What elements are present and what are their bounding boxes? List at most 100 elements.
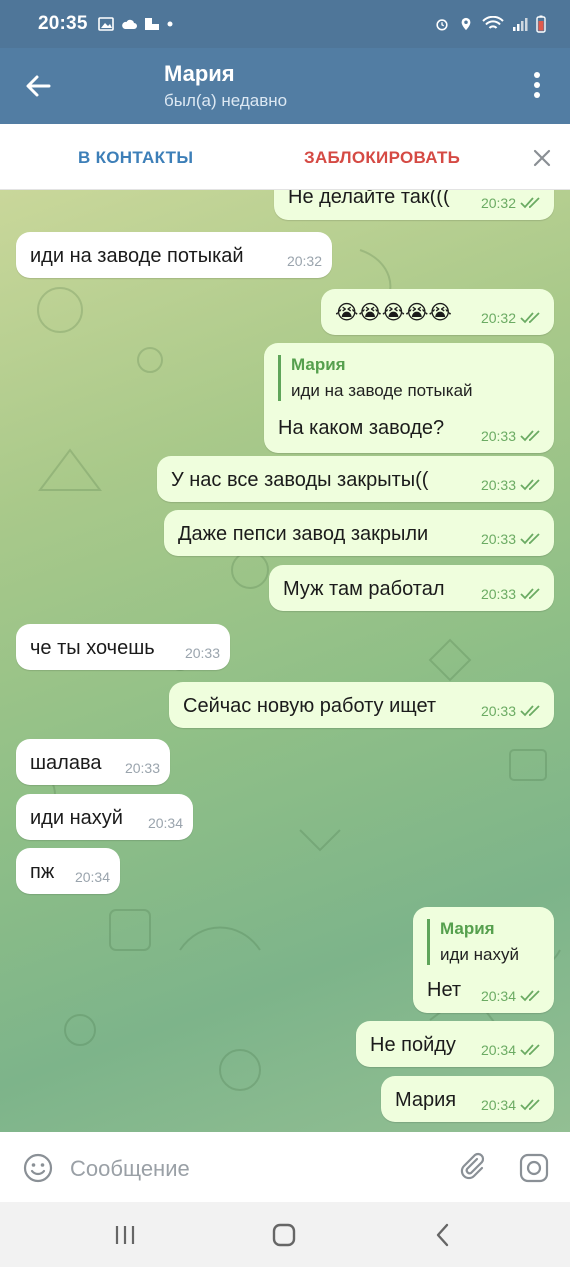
outgoing-message[interactable]: Даже пепси завод закрыли 20:33 <box>164 510 554 556</box>
message-text: пж <box>30 861 55 883</box>
message-time: 20:32 <box>480 195 516 211</box>
message-time: 20:33 <box>480 586 516 602</box>
add-contact-button[interactable]: В КОНТАКТЫ <box>78 148 193 168</box>
reply-quote[interactable]: Мария иди нахуй <box>427 919 519 965</box>
message-time: 20:34 <box>480 988 516 1004</box>
outgoing-message[interactable]: Мария 20:34 <box>381 1076 554 1122</box>
message-meta: 20:33 <box>481 477 544 493</box>
double-check-icon <box>520 588 540 600</box>
app-icon <box>144 18 159 30</box>
double-check-icon <box>520 430 540 442</box>
location-icon <box>461 17 471 31</box>
status-bar: 20:35 <box>0 0 570 48</box>
outgoing-message[interactable]: Сейчас новую работу ищет 20:33 <box>169 682 554 728</box>
outgoing-message[interactable]: 😭😭😭😭😭 20:32 <box>321 289 554 335</box>
reply-text: иди нахуй <box>440 945 519 964</box>
home-icon[interactable] <box>269 1220 299 1250</box>
message-meta: 20:33 <box>125 760 160 776</box>
double-check-icon <box>520 312 540 324</box>
message-meta: 20:32 <box>481 195 544 211</box>
message-time: 20:33 <box>124 760 160 776</box>
chat-header: Мария был(а) недавно <box>0 48 570 124</box>
dot-icon <box>167 21 173 27</box>
reply-author: Мария <box>291 355 346 374</box>
outgoing-message[interactable]: Мария иди на заводе потыкай На каком зав… <box>264 343 554 453</box>
message-list[interactable]: Не делайте так((( 20:32 иди на заводе по… <box>0 190 570 1132</box>
message-meta: 20:34 <box>481 1042 544 1058</box>
message-text: Не делайте так((( <box>288 190 450 208</box>
message-time: 20:34 <box>480 1097 516 1113</box>
message-time: 20:33 <box>480 477 516 493</box>
double-check-icon <box>520 705 540 717</box>
message-input[interactable]: Сообщение <box>70 1156 190 1182</box>
chat-subtitle: был(а) недавно <box>164 91 288 110</box>
message-text: 😭😭😭😭😭 <box>335 302 452 324</box>
incoming-message[interactable]: пж 20:34 <box>16 848 120 894</box>
message-text: Сейчас новую работу ищет <box>183 695 437 717</box>
signal-icon <box>513 18 528 31</box>
message-time: 20:33 <box>480 703 516 719</box>
message-meta: 20:32 <box>287 253 322 269</box>
message-time: 20:34 <box>147 815 183 831</box>
message-text: че ты хочешь <box>30 637 155 659</box>
incoming-message[interactable]: шалава 20:33 <box>16 739 170 785</box>
emoji-icon[interactable] <box>22 1152 54 1184</box>
battery-icon <box>536 15 546 33</box>
attach-icon[interactable] <box>456 1150 488 1182</box>
wifi-icon <box>482 16 504 29</box>
message-composer: Сообщение <box>0 1132 570 1202</box>
incoming-message[interactable]: че ты хочешь 20:33 <box>16 624 230 670</box>
outgoing-message[interactable]: Не делайте так((( 20:32 <box>274 190 554 220</box>
message-text: Мария <box>395 1089 457 1111</box>
message-time: 20:32 <box>480 310 516 326</box>
message-meta: 20:33 <box>481 531 544 547</box>
outgoing-message[interactable]: Мария иди нахуй Нет 20:34 <box>413 907 554 1013</box>
gallery-icon <box>97 17 114 31</box>
reply-author: Мария <box>440 919 495 938</box>
incoming-message[interactable]: иди нахуй 20:34 <box>16 794 193 840</box>
reply-text: иди на заводе потыкай <box>291 381 473 400</box>
double-check-icon <box>520 1044 540 1056</box>
outgoing-message[interactable]: Не пойду 20:34 <box>356 1021 554 1067</box>
double-check-icon <box>520 990 540 1002</box>
back-arrow-icon[interactable] <box>22 70 54 102</box>
status-time: 20:35 <box>38 13 88 34</box>
message-text: Нет <box>427 979 462 1001</box>
outgoing-message[interactable]: Муж там работал 20:33 <box>269 565 554 611</box>
double-check-icon <box>520 197 540 209</box>
double-check-icon <box>520 533 540 545</box>
message-text: Не пойду <box>370 1034 456 1056</box>
close-icon[interactable] <box>530 146 554 170</box>
contact-action-bar: В КОНТАКТЫ ЗАБЛОКИРОВАТЬ <box>0 124 570 190</box>
double-check-icon <box>520 1099 540 1111</box>
system-icons <box>434 15 546 33</box>
message-time: 20:33 <box>184 645 220 661</box>
message-meta: 20:34 <box>75 869 110 885</box>
chat-title[interactable]: Мария <box>164 61 235 87</box>
nav-back-icon[interactable] <box>428 1220 458 1250</box>
system-nav-bar <box>0 1202 570 1267</box>
message-meta: 20:34 <box>481 1097 544 1113</box>
block-user-button[interactable]: ЗАБЛОКИРОВАТЬ <box>304 148 460 168</box>
message-meta: 20:33 <box>481 428 544 444</box>
message-meta: 20:33 <box>481 703 544 719</box>
message-text: иди нахуй <box>30 807 123 829</box>
message-time: 20:34 <box>74 869 110 885</box>
alarm-icon <box>436 19 448 31</box>
message-meta: 20:32 <box>481 310 544 326</box>
message-text: Даже пепси завод закрыли <box>178 523 429 545</box>
message-meta: 20:34 <box>481 988 544 1004</box>
outgoing-message[interactable]: У нас все заводы закрыты(( 20:33 <box>157 456 554 502</box>
message-text: иди на заводе потыкай <box>30 245 244 267</box>
more-vert-icon[interactable] <box>524 68 550 102</box>
recent-apps-icon[interactable] <box>110 1220 140 1250</box>
message-time: 20:32 <box>286 253 322 269</box>
message-text: На каком заводе? <box>278 417 445 439</box>
incoming-message[interactable]: иди на заводе потыкай 20:32 <box>16 232 332 278</box>
camera-icon[interactable] <box>518 1152 550 1184</box>
message-text: шалава <box>30 752 102 774</box>
notification-icons <box>97 17 173 31</box>
double-check-icon <box>520 479 540 491</box>
message-text: У нас все заводы закрыты(( <box>171 469 429 491</box>
reply-quote[interactable]: Мария иди на заводе потыкай <box>278 355 473 401</box>
